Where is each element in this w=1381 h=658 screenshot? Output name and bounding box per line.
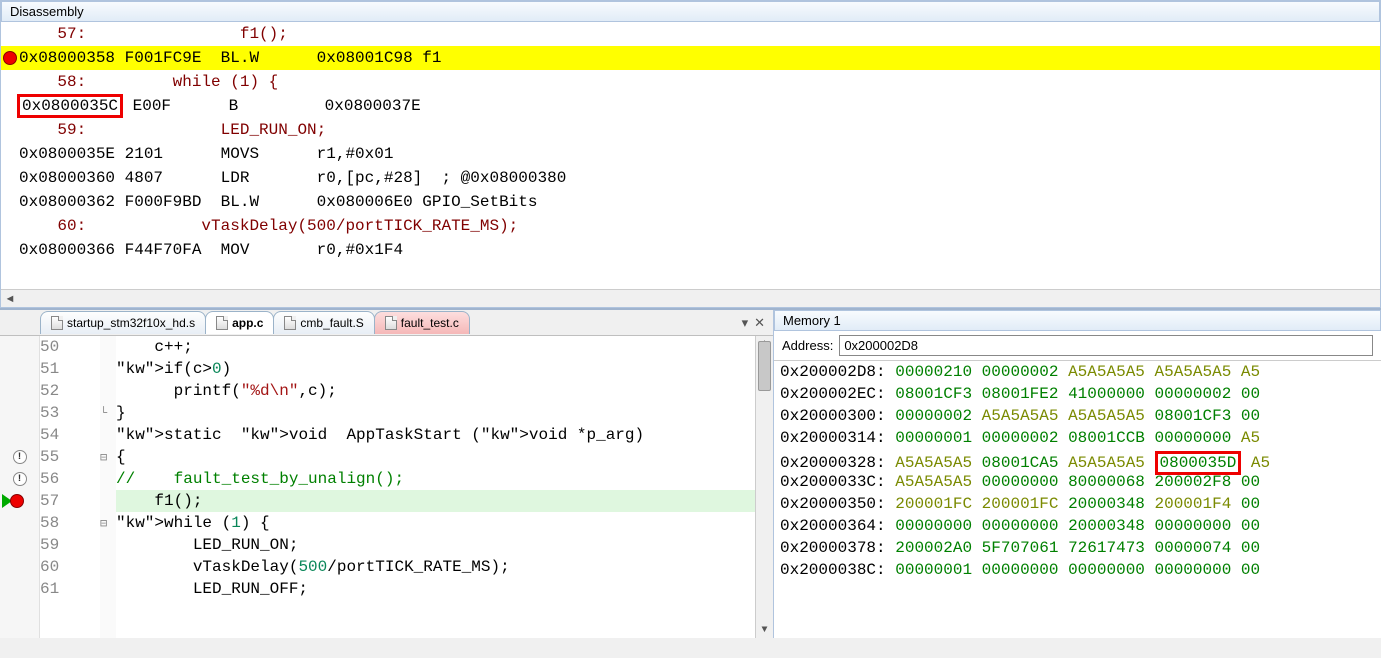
memory-row[interactable]: 0x20000378: 200002A0 5F707061 72617473 0… — [780, 539, 1375, 561]
source-line[interactable]: LED_RUN_ON; — [116, 534, 755, 556]
memory-row[interactable]: 0x200002D8: 00000210 00000002 A5A5A5A5 A… — [780, 363, 1375, 385]
disasm-line[interactable]: 0x0800035E 2101 MOVS r1,#0x01 — [1, 142, 1380, 166]
memory-title: Memory 1 — [774, 310, 1381, 331]
line-number: 50 — [40, 336, 92, 358]
disasm-line[interactable]: 0x0800035C E00F B 0x0800037E — [1, 94, 1380, 118]
source-line[interactable]: LED_RUN_OFF; — [116, 578, 755, 600]
disasm-line[interactable]: 0x08000358 F001FC9E BL.W 0x08001C98 f1 — [1, 46, 1380, 70]
fold-marker[interactable] — [100, 556, 116, 578]
memory-row[interactable]: 0x2000033C: A5A5A5A5 00000000 80000068 2… — [780, 473, 1375, 495]
line-number: 54 — [40, 424, 92, 446]
disasm-line[interactable]: 58: while (1) { — [1, 70, 1380, 94]
file-icon — [385, 316, 397, 330]
disasm-line[interactable]: 0x08000366 F44F70FA MOV r0,#0x1F4 — [1, 238, 1380, 262]
disasm-line[interactable]: 57: f1(); — [1, 22, 1380, 46]
address-label: Address: — [782, 338, 833, 353]
line-number: 52 — [40, 380, 92, 402]
memory-row[interactable]: 0x20000364: 00000000 00000000 20000348 0… — [780, 517, 1375, 539]
memory-body[interactable]: 0x200002D8: 00000210 00000002 A5A5A5A5 A… — [774, 361, 1381, 638]
source-line[interactable]: "kw">if(c>0) — [116, 358, 755, 380]
memory-row[interactable]: 0x200002EC: 08001CF3 08001FE2 41000000 0… — [780, 385, 1375, 407]
source-line[interactable]: f1(); — [116, 490, 755, 512]
line-number: 58 — [40, 512, 92, 534]
line-number: 61 — [40, 578, 92, 600]
memory-row[interactable]: 0x20000328: A5A5A5A5 08001CA5 A5A5A5A5 0… — [780, 451, 1375, 473]
scroll-down-icon[interactable]: ▼ — [756, 622, 773, 638]
disasm-line[interactable]: 59: LED_RUN_ON; — [1, 118, 1380, 142]
disasm-line[interactable]: 60: vTaskDelay(500/portTICK_RATE_MS); — [1, 214, 1380, 238]
scroll-left-icon[interactable]: ◄ — [1, 290, 19, 308]
tab-bar: startup_stm32f10x_hd.s app.c cmb_fault.S fa… — [0, 310, 773, 336]
source-line[interactable]: } — [116, 402, 755, 424]
tab-startup-stm32f10x-hd-s[interactable]: startup_stm32f10x_hd.s — [40, 311, 206, 334]
fold-marker[interactable] — [100, 336, 116, 358]
disassembly-title: Disassembly — [1, 1, 1380, 22]
source-body[interactable]: !! 505152535455565758596061 └ ⊟ ⊟ c++; "kw… — [0, 336, 773, 638]
tab-cmb-fault-s[interactable]: cmb_fault.S — [273, 311, 374, 334]
fold-marker[interactable]: ⊟ — [100, 446, 116, 468]
file-icon — [216, 316, 228, 330]
memory-row[interactable]: 0x20000350: 200001FC 200001FC 20000348 2… — [780, 495, 1375, 517]
tab-label: app.c — [232, 316, 263, 330]
fold-marker[interactable] — [100, 380, 116, 402]
source-line[interactable]: printf("%d\n",c); — [116, 380, 755, 402]
fold-marker[interactable] — [100, 424, 116, 446]
highlighted-value: 0800035D — [1155, 451, 1242, 475]
source-line[interactable]: c++; — [116, 336, 755, 358]
memory-row[interactable]: 0x20000300: 00000002 A5A5A5A5 A5A5A5A5 0… — [780, 407, 1375, 429]
tab-label: startup_stm32f10x_hd.s — [67, 316, 195, 330]
tab-app-c[interactable]: app.c — [205, 311, 274, 334]
line-number: 53 — [40, 402, 92, 424]
source-line[interactable]: { — [116, 446, 755, 468]
line-number: 51 — [40, 358, 92, 380]
source-line[interactable]: "kw">while (1) { — [116, 512, 755, 534]
line-number: 59 — [40, 534, 92, 556]
line-number: 60 — [40, 556, 92, 578]
source-line[interactable]: vTaskDelay(500/portTICK_RATE_MS); — [116, 556, 755, 578]
line-number: 56 — [40, 468, 92, 490]
disasm-line[interactable]: 0x08000362 F000F9BD BL.W 0x080006E0 GPIO… — [1, 190, 1380, 214]
tab-label: fault_test.c — [401, 316, 459, 330]
breakpoint-icon[interactable] — [3, 51, 17, 65]
fold-marker[interactable]: ⊟ — [100, 512, 116, 534]
source-line[interactable]: "kw">static "kw">void AppTaskStart ("kw"… — [116, 424, 755, 446]
warning-icon: ! — [13, 472, 27, 486]
line-number: 57 — [40, 490, 92, 512]
file-icon — [284, 316, 296, 330]
fold-marker[interactable] — [100, 490, 116, 512]
fold-marker[interactable] — [100, 534, 116, 556]
fold-marker[interactable] — [100, 578, 116, 600]
editor-pane: startup_stm32f10x_hd.s app.c cmb_fault.S fa… — [0, 310, 774, 638]
tab-label: cmb_fault.S — [300, 316, 363, 330]
address-input[interactable] — [839, 335, 1373, 356]
memory-row[interactable]: 0x2000038C: 00000001 00000000 00000000 0… — [780, 561, 1375, 583]
disasm-line[interactable]: 0x08000360 4807 LDR r0,[pc,#28] ; @0x080… — [1, 166, 1380, 190]
fold-marker[interactable] — [100, 468, 116, 490]
disassembly-body[interactable]: 57: f1();0x08000358 F001FC9E BL.W 0x0800… — [1, 22, 1380, 289]
source-line[interactable]: // fault_test_by_unalign(); — [116, 468, 755, 490]
tab-overflow-icon[interactable]: ▾ — [742, 315, 749, 331]
disassembly-panel: Disassembly 57: f1();0x08000358 F001FC9E… — [0, 0, 1381, 308]
breakpoint-icon[interactable] — [10, 494, 24, 508]
fold-marker[interactable] — [100, 358, 116, 380]
line-number: 55 — [40, 446, 92, 468]
tab-close-icon[interactable]: ✕ — [754, 315, 765, 331]
memory-panel: Memory 1 Address: 0x200002D8: 00000210 0… — [774, 310, 1381, 638]
editor-vscroll[interactable]: ▲ ▼ — [755, 336, 773, 638]
disassembly-hscroll[interactable]: ◄ — [1, 289, 1380, 307]
memory-row[interactable]: 0x20000314: 00000001 00000002 08001CCB 0… — [780, 429, 1375, 451]
warning-icon: ! — [13, 450, 27, 464]
tab-fault-test-c[interactable]: fault_test.c — [374, 311, 470, 334]
fold-marker[interactable]: └ — [100, 402, 116, 424]
scroll-thumb[interactable] — [758, 341, 771, 391]
file-icon — [51, 316, 63, 330]
